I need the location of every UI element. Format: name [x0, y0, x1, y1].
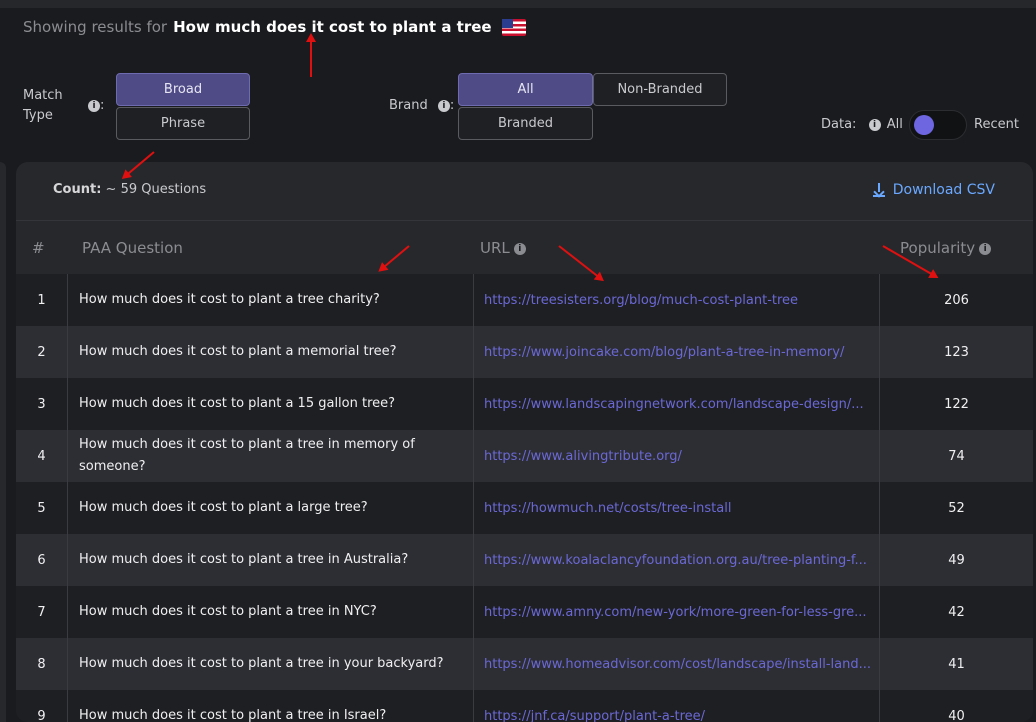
column-divider: [473, 586, 474, 638]
column-divider: [473, 326, 474, 378]
row-url-link[interactable]: https://www.alivingtribute.org/: [484, 430, 874, 482]
row-number: 3: [16, 378, 68, 430]
results-header: Showing results for How much does it cos…: [23, 16, 526, 38]
col-header-question[interactable]: PAA Question: [82, 239, 183, 257]
results-panel: Count: ~ 59 Questions Download CSV # PAA…: [16, 162, 1033, 722]
data-label: Data:: [821, 117, 857, 132]
row-url-link[interactable]: https://www.amny.com/new-york/more-green…: [484, 586, 874, 638]
match-type-label: Match Type: [23, 88, 63, 123]
brand-branded-button[interactable]: Branded: [458, 107, 593, 140]
table-row[interactable]: 6 How much does it cost to plant a tree i…: [16, 534, 1033, 586]
match-type-phrase-button[interactable]: Phrase: [116, 107, 250, 140]
download-csv-label: Download CSV: [892, 182, 995, 198]
col-header-number: #: [32, 239, 45, 257]
count-value: ~ 59 Questions: [105, 182, 207, 197]
row-popularity: 52: [948, 500, 965, 516]
table-row[interactable]: 5 How much does it cost to plant a large …: [16, 482, 1033, 534]
row-url-link[interactable]: https://www.joincake.com/blog/plant-a-tr…: [484, 326, 874, 378]
col-header-url[interactable]: URL: [480, 239, 510, 257]
table-row[interactable]: 1 How much does it cost to plant a tree c…: [16, 274, 1033, 326]
table-row[interactable]: 3 How much does it cost to plant a 15 gal…: [16, 378, 1033, 430]
data-all-label: All: [886, 117, 903, 132]
row-url-link[interactable]: https://howmuch.net/costs/tree-install: [484, 482, 874, 534]
count-label: Count:: [53, 182, 102, 197]
row-popularity: 123: [944, 344, 969, 360]
row-number: 4: [16, 430, 68, 482]
row-question: How much does it cost to plant a tree in…: [79, 708, 387, 722]
column-divider: [473, 482, 474, 534]
data-recent-label: Recent: [974, 117, 1019, 132]
row-popularity: 206: [944, 292, 969, 308]
match-type-info-icon[interactable]: i: [88, 99, 100, 112]
match-type-broad-button[interactable]: Broad: [116, 73, 250, 106]
row-number: 8: [16, 638, 68, 690]
row-url-link[interactable]: https://jnf.ca/support/plant-a-tree/: [484, 690, 874, 722]
row-url-link[interactable]: https://www.homeadvisor.com/cost/landsca…: [484, 638, 874, 690]
row-question: How much does it cost to plant a 15 gall…: [79, 396, 396, 411]
column-divider: [473, 274, 474, 326]
row-question: How much does it cost to plant a tree ch…: [79, 292, 380, 307]
row-popularity: 122: [944, 396, 969, 412]
row-question: How much does it cost to plant a tree in…: [79, 437, 415, 474]
row-question: How much does it cost to plant a tree in…: [79, 552, 409, 567]
column-divider: [473, 430, 474, 482]
row-question: How much does it cost to plant a large t…: [79, 500, 368, 515]
row-question: How much does it cost to plant a memoria…: [79, 344, 397, 359]
data-toggle[interactable]: [909, 110, 967, 140]
row-popularity: 42: [948, 604, 965, 620]
brand-all-button[interactable]: All: [458, 73, 593, 106]
url-info-icon[interactable]: i: [513, 242, 526, 255]
column-divider: [473, 534, 474, 586]
row-question: How much does it cost to plant a tree in…: [79, 604, 377, 619]
row-number: 9: [16, 690, 68, 722]
results-prefix: Showing results for: [23, 18, 168, 36]
download-icon: [872, 183, 885, 197]
row-number: 6: [16, 534, 68, 586]
data-info-icon[interactable]: i: [868, 118, 881, 131]
row-url-link[interactable]: https://treesisters.org/blog/much-cost-p…: [484, 274, 874, 326]
row-popularity: 49: [948, 552, 965, 568]
table-header: # PAA Question URL i Popularity i: [16, 220, 1033, 274]
col-header-popularity[interactable]: Popularity: [900, 239, 975, 257]
row-number: 5: [16, 482, 68, 534]
row-url-link[interactable]: https://www.koalaclancyfoundation.org.au…: [484, 534, 874, 586]
table-row[interactable]: 8 How much does it cost to plant a tree i…: [16, 638, 1033, 690]
brand-non-branded-button[interactable]: Non-Branded: [593, 73, 727, 106]
table-row[interactable]: 4 How much does it cost to plant a tree i…: [16, 430, 1033, 482]
us-flag-icon: [501, 18, 526, 36]
row-popularity: 41: [948, 656, 965, 672]
table-row[interactable]: 2 How much does it cost to plant a memori…: [16, 326, 1033, 378]
table-row[interactable]: 7 How much does it cost to plant a tree i…: [16, 586, 1033, 638]
row-number: 7: [16, 586, 68, 638]
row-number: 2: [16, 326, 68, 378]
column-divider: [473, 638, 474, 690]
download-csv-button[interactable]: Download CSV: [872, 182, 995, 198]
popularity-info-icon[interactable]: i: [979, 242, 992, 255]
brand-info-icon[interactable]: i: [437, 99, 450, 112]
row-number: 1: [16, 274, 68, 326]
row-question: How much does it cost to plant a tree in…: [79, 656, 444, 671]
results-query: How much does it cost to plant a tree: [173, 18, 492, 36]
table-row[interactable]: 9 How much does it cost to plant a tree i…: [16, 690, 1033, 722]
row-popularity: 74: [948, 448, 965, 464]
row-url-link[interactable]: https://www.landscapingnetwork.com/lands…: [484, 378, 874, 430]
toggle-knob[interactable]: [914, 115, 934, 135]
column-divider: [473, 378, 474, 430]
row-popularity: 40: [948, 708, 965, 722]
count-summary: Count: ~ 59 Questions: [53, 182, 206, 197]
top-bar: [0, 0, 1036, 8]
brand-label: Brand: [389, 98, 428, 113]
column-divider: [473, 690, 474, 722]
annotation-arrow-query: [310, 35, 312, 77]
left-panel-edge: [0, 162, 6, 722]
